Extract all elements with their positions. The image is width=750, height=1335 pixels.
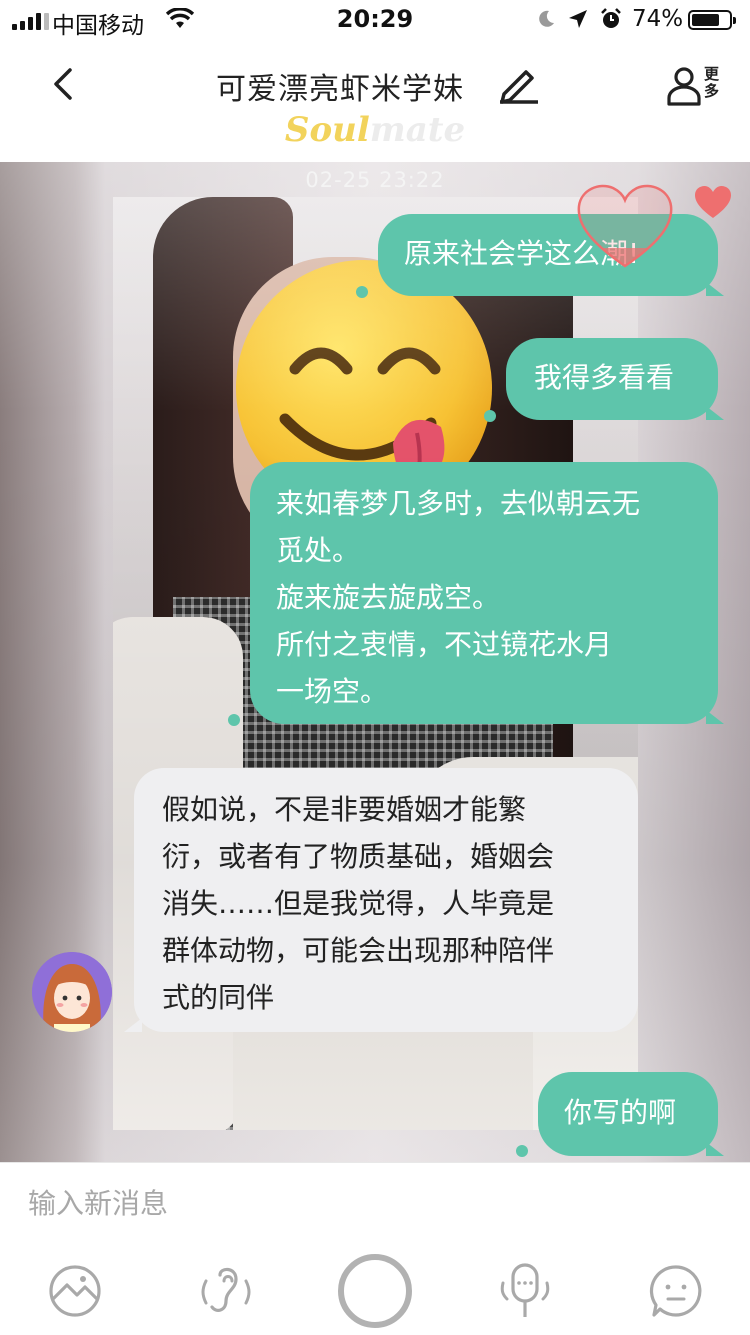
message-line: 觅处。 [276, 534, 361, 567]
record-button-icon[interactable] [335, 1251, 415, 1331]
input-bar [0, 1162, 750, 1335]
navigation-bar: 可爱漂亮虾米学妹 更多 Soulmate [0, 40, 750, 162]
profile-more-icon [667, 67, 701, 106]
message-line: 衍，或者有了物质基础，婚姻会 [162, 840, 555, 873]
message-bubble-outgoing[interactable]: 你写的啊 [538, 1072, 718, 1156]
location-icon [569, 10, 587, 28]
message-input[interactable] [28, 1181, 718, 1225]
read-indicator [228, 714, 240, 726]
alarm-icon [601, 8, 621, 28]
message-line: 所付之衷情，不过镜花水月 [276, 628, 613, 661]
back-chevron-icon[interactable] [46, 64, 86, 104]
message-text: 我得多看看 [534, 361, 675, 394]
contact-avatar[interactable] [32, 952, 112, 1032]
heart-outline-icon[interactable] [575, 182, 675, 272]
read-indicator [484, 410, 496, 422]
emoji-icon[interactable] [646, 1261, 706, 1321]
message-line: 式的同伴 [162, 981, 275, 1014]
mic-icon[interactable] [495, 1261, 555, 1321]
brand-logo: Soulmate [284, 110, 466, 150]
moon-icon [539, 10, 554, 27]
heart-like-icon[interactable] [694, 186, 732, 220]
chat-area[interactable]: 02-25 23:22 原来社会学这么潮! 我得多看看 来如春梦几多时，去似朝云… [0, 162, 750, 1162]
message-line: 一场空。 [276, 675, 389, 708]
message-line: 来如春梦几多时，去似朝云无 [276, 487, 641, 520]
avatar-girl-icon [32, 952, 112, 1032]
message-bubble-outgoing[interactable]: 我得多看看 [506, 338, 718, 420]
read-indicator [356, 286, 368, 298]
message-text: 你写的啊 [564, 1096, 677, 1129]
status-bar: 中国移动 20:29 74% [0, 0, 750, 40]
message-bubble-incoming[interactable]: 假如说，不是非要婚姻才能繁 衍，或者有了物质基础，婚姻会 消失……但是我觉得，人… [134, 768, 638, 1032]
profile-more-button[interactable]: 更多 [666, 64, 726, 108]
chat-title: 可爱漂亮虾米学妹 [216, 72, 464, 107]
image-icon[interactable] [45, 1261, 105, 1321]
message-line: 群体动物，可能会出现那种陪伴 [162, 934, 555, 967]
battery-icon [688, 10, 736, 30]
message-line: 消失……但是我觉得，人毕竟是 [162, 887, 555, 920]
more-label: 更多 [704, 65, 720, 100]
message-line: 旋来旋去旋成空。 [276, 581, 501, 614]
voice-changer-icon[interactable] [196, 1261, 256, 1321]
edit-pencil-icon[interactable] [498, 66, 540, 104]
battery-percent: 74% [632, 6, 684, 32]
message-line: 假如说，不是非要婚姻才能繁 [162, 793, 527, 826]
message-bubble-outgoing[interactable]: 来如春梦几多时，去似朝云无 觅处。 旋来旋去旋成空。 所付之衷情，不过镜花水月 … [250, 462, 718, 724]
read-indicator [516, 1145, 528, 1157]
